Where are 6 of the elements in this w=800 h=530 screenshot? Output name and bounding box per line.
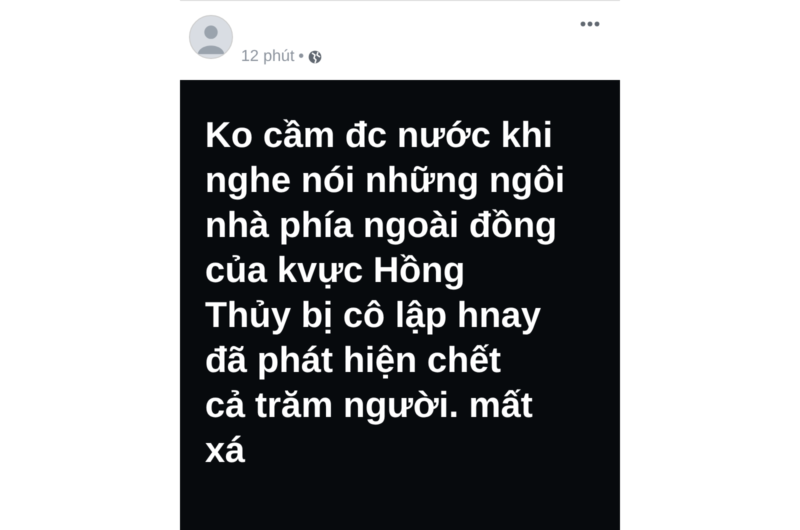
post-text: Ko cầm đc nước khi nghe nói những ngôi nhà phía ngoài đồng của kvực Hồng Thủy bị cô lập hnay đã phát hiện chết cả trăm người. mất xá <box>205 113 565 472</box>
globe-icon <box>308 50 322 64</box>
separator-dot: • <box>298 47 304 67</box>
post-time[interactable]: 12 phút <box>241 45 294 69</box>
more-options-icon[interactable] <box>580 21 600 27</box>
avatar-icon[interactable] <box>189 15 233 59</box>
